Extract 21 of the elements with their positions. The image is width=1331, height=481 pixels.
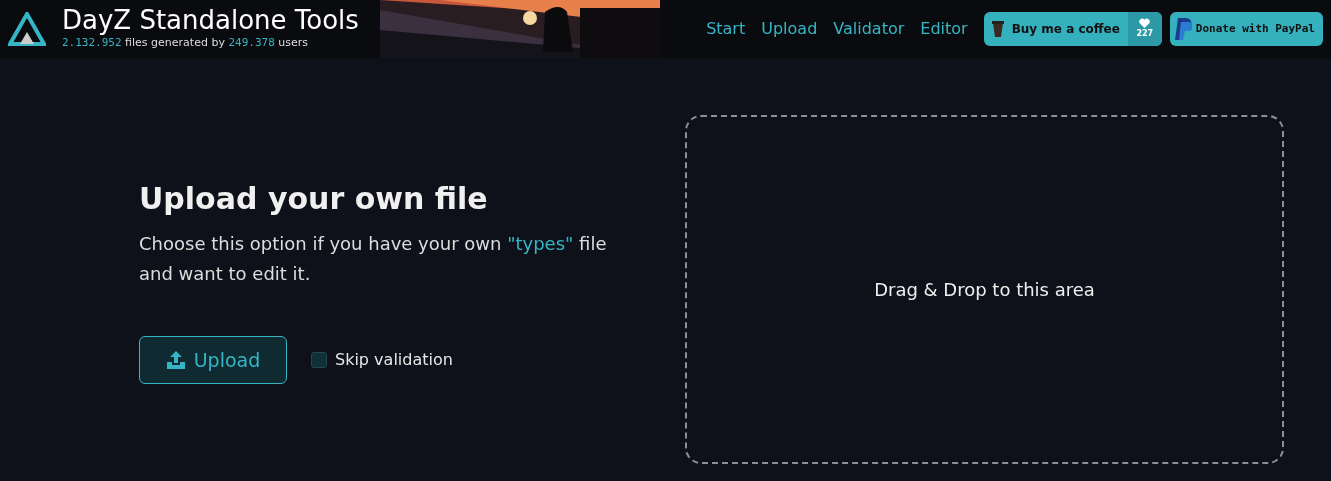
paypal-donate-button[interactable]: Donate with PayPal bbox=[1169, 12, 1323, 46]
nav-link[interactable]: Validator bbox=[833, 17, 905, 41]
upload-icon bbox=[165, 350, 186, 371]
nav-link[interactable]: Start bbox=[706, 17, 746, 41]
logo-icon bbox=[8, 12, 46, 46]
site-title: DayZ Standalone Tools bbox=[62, 6, 359, 36]
drop-zone[interactable]: Drag & Drop to this area bbox=[685, 115, 1284, 464]
drop-zone-text: Drag & Drop to this area bbox=[874, 278, 1095, 302]
paypal-icon bbox=[1173, 17, 1192, 41]
skip-validation-checkbox[interactable]: Skip validation bbox=[311, 348, 453, 373]
heart-icon bbox=[1139, 18, 1151, 28]
types-link[interactable]: "types" bbox=[507, 233, 574, 254]
nav-link[interactable]: Editor bbox=[920, 17, 968, 41]
stats-text: 2.132.952 files generated by 249.378 users bbox=[62, 35, 309, 52]
description-text: Choose this option if you have your own "types" file and want to edit it. bbox=[139, 232, 608, 286]
nav-link[interactable]: Upload bbox=[761, 17, 818, 41]
upload-button[interactable]: Upload bbox=[139, 336, 287, 385]
coffee-cup-icon bbox=[991, 20, 1004, 38]
buy-coffee-button[interactable]: Buy me a coffee 227 bbox=[983, 12, 1162, 46]
supporter-count: 227 bbox=[1136, 28, 1154, 40]
section-heading: Upload your own file bbox=[139, 180, 489, 218]
